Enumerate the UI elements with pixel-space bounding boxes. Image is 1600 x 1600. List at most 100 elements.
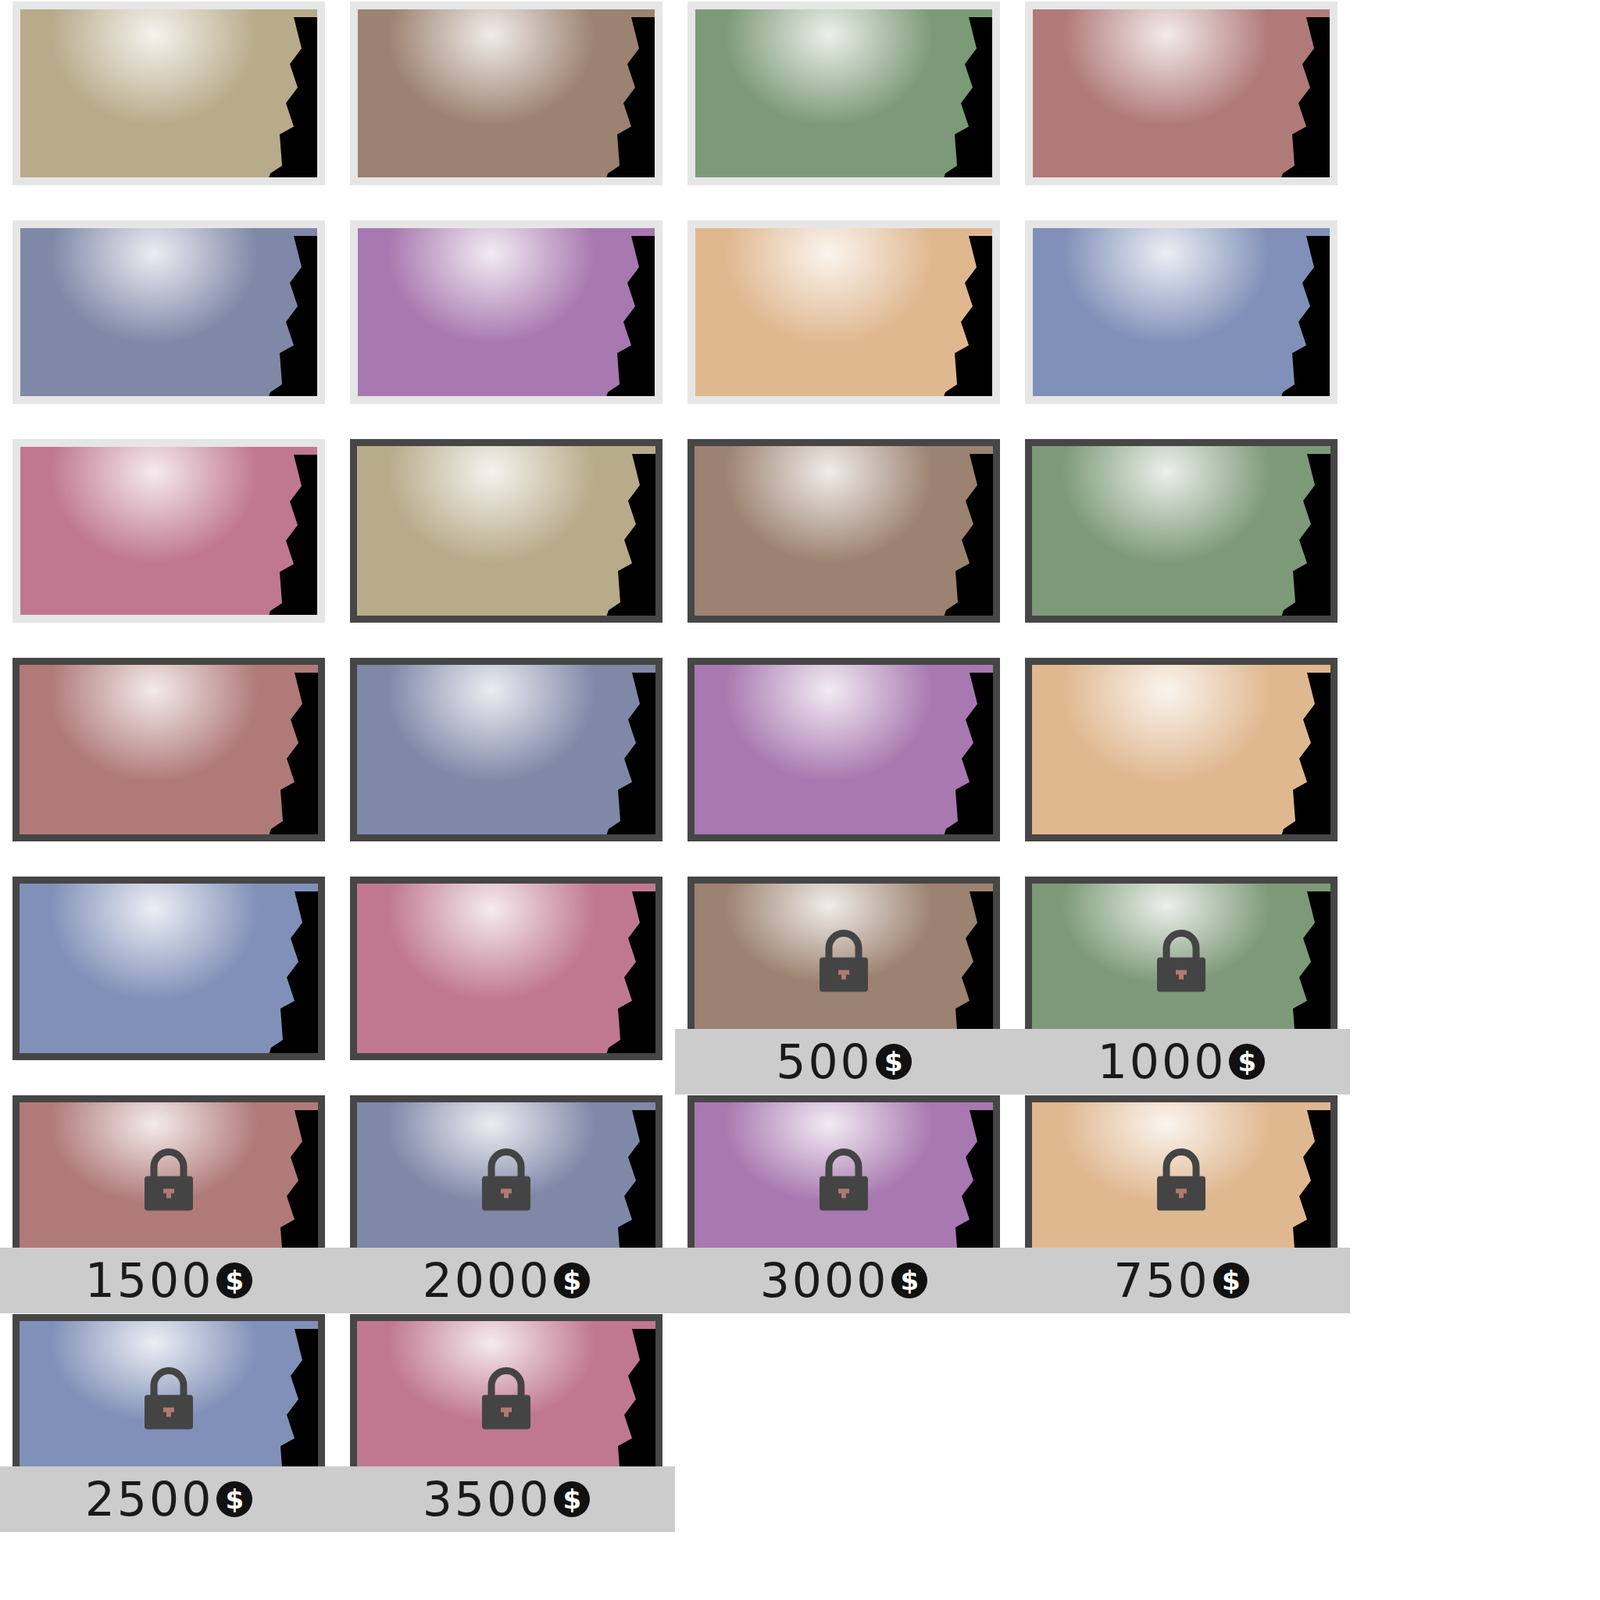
- background-card[interactable]: [350, 1, 663, 186]
- background-cell: [337, 220, 675, 440]
- price-label: 500: [775, 1038, 873, 1086]
- background-cell: [0, 439, 338, 658]
- price-label: 3000: [760, 1257, 890, 1304]
- background-cell: 2500$: [0, 1314, 338, 1533]
- silhouette-icon: [938, 1110, 993, 1248]
- lock-icon: [141, 1148, 197, 1213]
- price-label: 2500: [85, 1475, 215, 1523]
- lock-icon: [816, 929, 872, 994]
- background-card[interactable]: [350, 439, 663, 623]
- background-cell: [1012, 439, 1350, 658]
- lock-icon: [478, 1367, 534, 1432]
- background-cell: [675, 220, 1013, 440]
- price-strip[interactable]: 1500$: [0, 1247, 338, 1314]
- background-cell: 1000$: [1012, 876, 1350, 1096]
- background-card[interactable]: [12, 1, 325, 186]
- background-cell: [0, 657, 338, 877]
- background-art: [19, 1321, 318, 1467]
- silhouette-icon: [938, 672, 993, 842]
- background-card[interactable]: [1025, 1, 1338, 186]
- background-card[interactable]: [687, 1095, 1000, 1248]
- background-art: [357, 1102, 656, 1248]
- silhouette-icon: [600, 453, 656, 623]
- price-strip[interactable]: 2500$: [0, 1466, 338, 1533]
- background-card[interactable]: [687, 657, 1000, 842]
- silhouette-icon: [1275, 1110, 1331, 1248]
- silhouette-icon: [263, 891, 318, 1061]
- background-card[interactable]: [1025, 876, 1338, 1029]
- background-cell: 500$: [675, 876, 1013, 1096]
- background-art: [19, 664, 318, 835]
- coin-icon: $: [891, 1262, 928, 1299]
- background-art: [19, 1102, 318, 1248]
- background-card[interactable]: [12, 220, 325, 404]
- background-cell: [1012, 1, 1350, 221]
- background-card[interactable]: [350, 220, 663, 404]
- background-cell: [1012, 220, 1350, 440]
- background-cell: [337, 657, 675, 877]
- background-card[interactable]: [12, 1095, 325, 1248]
- price-label: 3500: [422, 1475, 552, 1523]
- silhouette-icon: [1275, 453, 1331, 623]
- silhouette-icon: [262, 235, 318, 404]
- silhouette-icon: [937, 17, 993, 186]
- background-card[interactable]: [1025, 657, 1338, 842]
- coin-icon: $: [875, 1043, 912, 1080]
- silhouette-icon: [1275, 891, 1331, 1029]
- background-card[interactable]: [1025, 439, 1338, 623]
- price-label: 1000: [1097, 1038, 1227, 1086]
- lock-icon: [478, 1148, 534, 1213]
- background-art: [19, 883, 318, 1054]
- background-cell: [675, 657, 1013, 877]
- silhouette-icon: [262, 17, 318, 186]
- background-art: [694, 664, 993, 835]
- price-label: 750: [1113, 1257, 1211, 1304]
- background-card[interactable]: [687, 220, 1000, 404]
- background-cell: [675, 1, 1013, 221]
- background-card[interactable]: [12, 439, 325, 623]
- background-card[interactable]: [350, 1314, 663, 1467]
- background-cell: [0, 220, 338, 440]
- background-card[interactable]: [350, 1095, 663, 1248]
- silhouette-icon: [600, 1110, 656, 1248]
- background-card[interactable]: [687, 1, 1000, 186]
- background-art: [357, 446, 656, 616]
- price-strip[interactable]: 750$: [1012, 1247, 1350, 1314]
- background-card[interactable]: [350, 657, 663, 842]
- background-cell: 3500$: [337, 1314, 675, 1533]
- silhouette-icon: [262, 454, 318, 623]
- silhouette-icon: [263, 1328, 318, 1467]
- silhouette-icon: [937, 235, 993, 404]
- coin-icon: $: [553, 1481, 590, 1518]
- background-card[interactable]: [12, 876, 325, 1061]
- background-art: [1032, 446, 1331, 616]
- background-art: [357, 228, 655, 397]
- background-card[interactable]: [687, 876, 1000, 1029]
- background-art: [695, 9, 993, 178]
- background-cell: 750$: [1012, 1095, 1350, 1315]
- background-card[interactable]: [12, 657, 325, 842]
- background-art: [1032, 9, 1330, 178]
- background-card[interactable]: [12, 1314, 325, 1467]
- background-art: [1032, 664, 1331, 835]
- background-cell: 2000$: [337, 1095, 675, 1315]
- background-cell: [337, 876, 675, 1096]
- price-label: 2000: [422, 1257, 552, 1304]
- price-strip[interactable]: 2000$: [337, 1247, 675, 1314]
- price-strip[interactable]: 3000$: [675, 1247, 1013, 1314]
- background-art: [20, 446, 318, 615]
- background-cell: [675, 439, 1013, 658]
- silhouette-icon: [263, 672, 318, 842]
- background-card[interactable]: [1025, 1095, 1338, 1248]
- background-art: [20, 228, 318, 397]
- price-strip[interactable]: 3500$: [337, 1466, 675, 1533]
- background-card[interactable]: [1025, 220, 1338, 404]
- background-art: [694, 883, 993, 1029]
- price-strip[interactable]: 500$: [675, 1028, 1013, 1095]
- silhouette-icon: [938, 453, 993, 623]
- silhouette-icon: [600, 1328, 656, 1467]
- background-art: [694, 446, 993, 616]
- background-card[interactable]: [687, 439, 1000, 623]
- price-strip[interactable]: 1000$: [1012, 1028, 1350, 1095]
- background-card[interactable]: [350, 876, 663, 1061]
